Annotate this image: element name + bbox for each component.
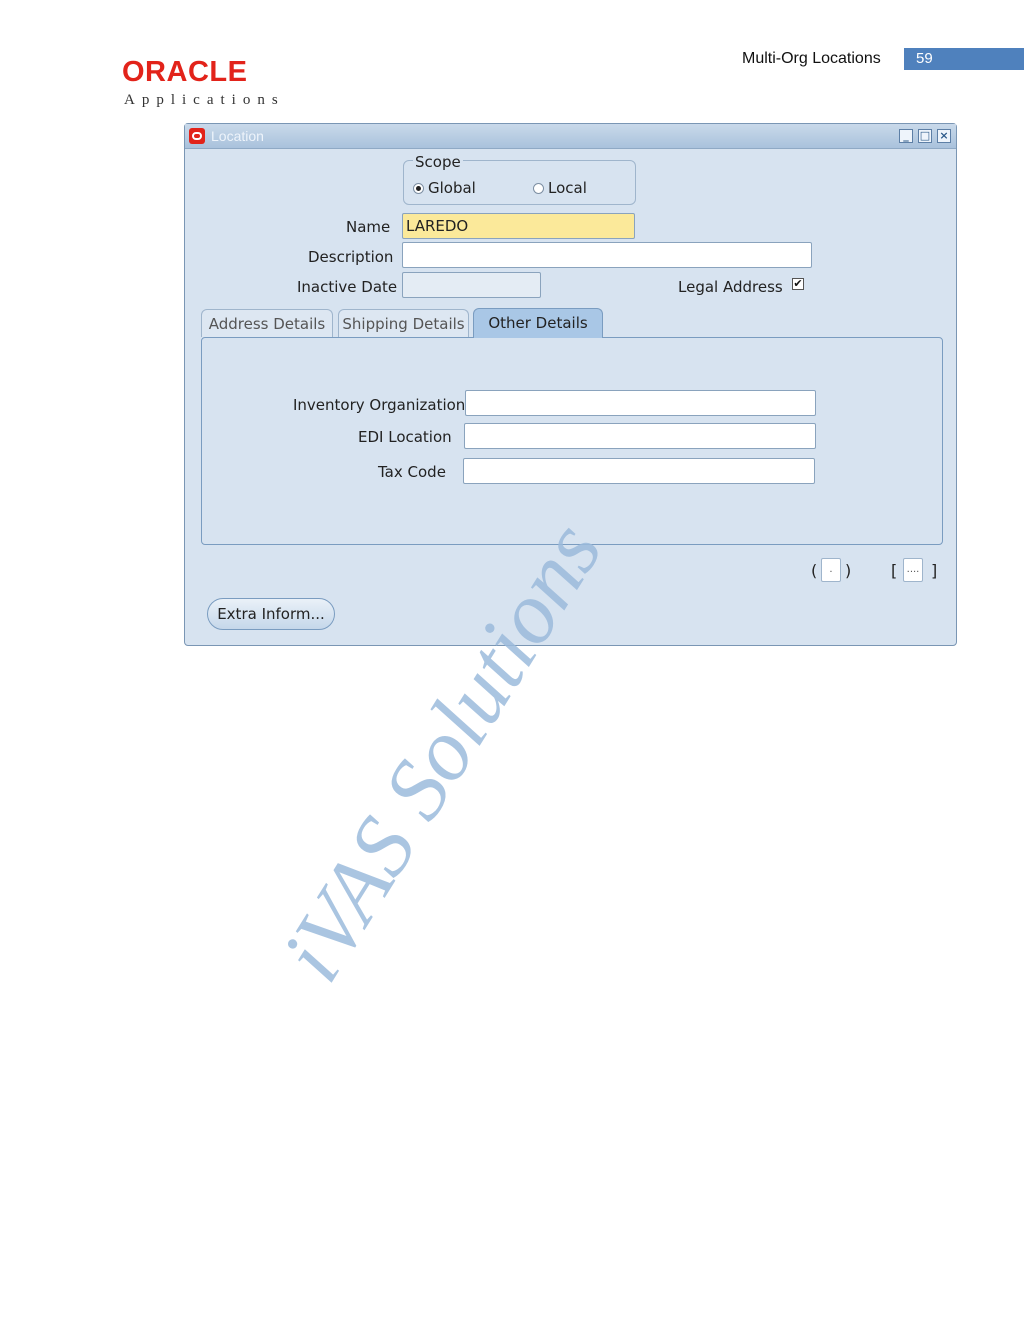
window-title: Location — [211, 128, 264, 144]
name-label: Name — [346, 218, 391, 236]
radio-global-label: Global — [428, 179, 476, 197]
scope-legend: Scope — [413, 153, 463, 171]
bracket-open: [ — [891, 561, 898, 580]
description-label: Description — [308, 248, 394, 266]
legal-address-label: Legal Address — [678, 278, 783, 296]
tax-code-field[interactable] — [463, 458, 815, 484]
inventory-org-label: Inventory Organization — [293, 396, 466, 414]
inventory-org-field[interactable] — [465, 390, 816, 416]
extra-information-button[interactable]: Extra Inform... — [207, 598, 335, 630]
oracle-logo: ORACLE — [122, 56, 248, 88]
description-field[interactable] — [402, 242, 812, 268]
document-title: Multi-Org Locations — [742, 50, 881, 67]
edi-location-field[interactable] — [464, 423, 816, 449]
window-titlebar[interactable]: Location _ □ × — [185, 124, 956, 149]
tax-code-label: Tax Code — [378, 463, 446, 481]
tab-other-details[interactable]: Other Details — [473, 308, 603, 338]
tab-shipping-details[interactable]: Shipping Details — [338, 309, 469, 337]
radio-local-label: Local — [548, 179, 587, 197]
paren-open: ( — [811, 561, 818, 580]
name-field[interactable]: LAREDO — [402, 213, 635, 239]
legal-address-checkbox[interactable]: ✔ — [792, 278, 804, 290]
maximize-icon[interactable]: □ — [918, 129, 932, 143]
tab-address-details[interactable]: Address Details — [201, 309, 333, 337]
radio-local[interactable] — [533, 183, 544, 194]
edi-location-label: EDI Location — [358, 428, 452, 446]
location-window: Location _ □ × Scope Global Local Name L… — [184, 123, 957, 646]
radio-global[interactable] — [413, 183, 424, 194]
bracket-indicator-field[interactable]: .... — [903, 558, 923, 582]
inactive-date-label: Inactive Date — [297, 278, 398, 296]
bracket-close: ] — [931, 561, 938, 580]
oracle-app-icon — [189, 128, 205, 144]
paren-close: ) — [845, 561, 852, 580]
minimize-icon[interactable]: _ — [899, 129, 913, 143]
close-icon[interactable]: × — [937, 129, 951, 143]
oracle-logo-subtitle: Applications — [124, 92, 285, 108]
inactive-date-field[interactable] — [402, 272, 541, 298]
page-number: 59 — [904, 48, 1024, 70]
paren-indicator-field[interactable]: . — [821, 558, 841, 582]
